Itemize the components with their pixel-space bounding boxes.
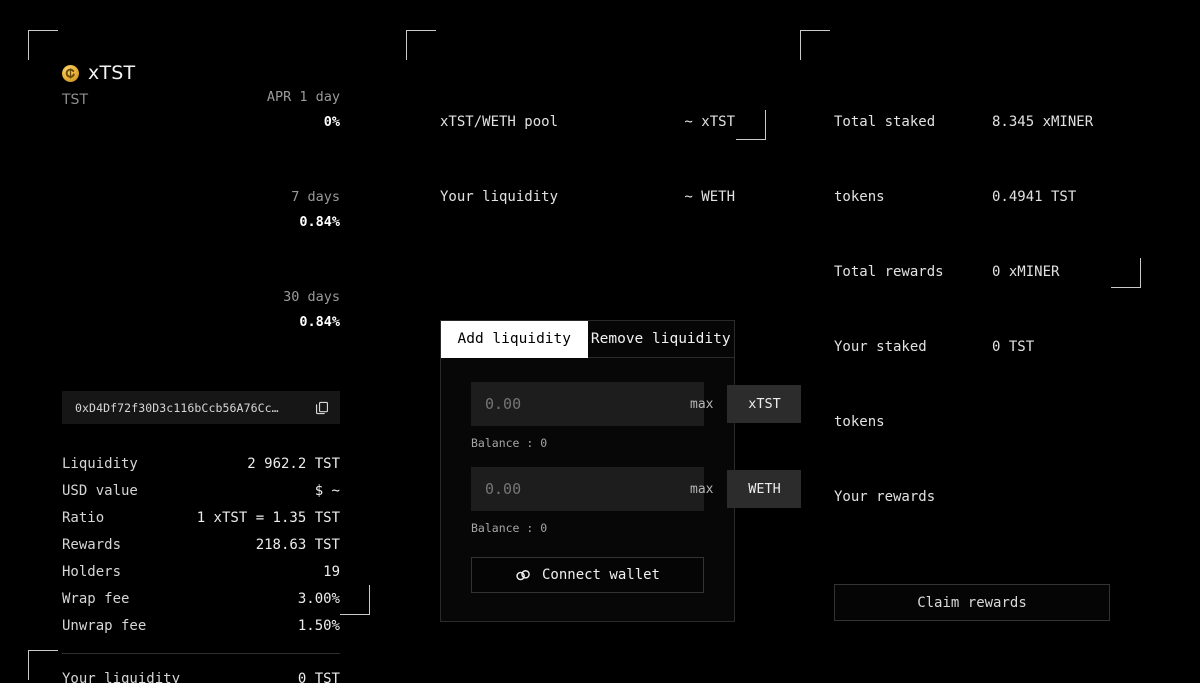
- token-stats-list: Liquidity 2 962.2 TST USD value $ ~ Rati…: [62, 451, 340, 683]
- stat-value: 2 962.2 TST: [247, 456, 340, 472]
- stake-stats: Total staked tokens Total rewards Your s…: [834, 60, 1110, 560]
- contract-address-text: 0xD4Df72f30D3c116bCcb56A76Cc…: [75, 400, 279, 415]
- token-identity: xTST TST: [62, 60, 135, 108]
- liquidity-card: Add liquidity Remove liquidity max xTST …: [440, 320, 802, 622]
- weth-max-button[interactable]: max: [676, 482, 727, 497]
- apr-row-1day: APR 1 day 0%: [202, 60, 340, 160]
- table-row: Rewards 218.63 TST: [62, 532, 340, 559]
- claim-rewards-button[interactable]: Claim rewards: [834, 584, 1110, 621]
- pool-connect-wallet-label: Connect wallet: [541, 567, 660, 583]
- apr-30days-label: 30 days: [283, 289, 340, 305]
- your-liquidity-label: Your liquidity: [62, 671, 181, 683]
- stat-value: 19: [323, 564, 340, 580]
- copy-icon[interactable]: [314, 400, 329, 415]
- apr-row-7days: 7 days 0.84%: [202, 160, 340, 260]
- stat-value: $ ~: [314, 483, 340, 499]
- pool-weth-amount: ~ WETH: [684, 189, 735, 205]
- stake-stat-value: 8.345 xMINER: [992, 114, 1094, 130]
- pool-xtst-amount: ~ xTST: [684, 114, 735, 130]
- pool-header-labels: xTST/WETH pool Your liquidity: [440, 60, 558, 260]
- stat-label: USD value: [62, 483, 138, 499]
- divider: [62, 653, 340, 654]
- stake-stat-label: Your rewards: [834, 489, 936, 505]
- coin-icon: [62, 64, 79, 82]
- corner-bracket-pool-header-bottom-right: [736, 110, 766, 140]
- token-panel: xTST TST APR 1 day 0% 7 days 0.84% 30 da…: [62, 60, 340, 683]
- your-liquidity-row: Your liquidity 0 TST: [62, 666, 340, 683]
- stake-stat-value: 0.4941 TST: [992, 189, 1077, 205]
- tab-add-liquidity[interactable]: Add liquidity: [441, 321, 588, 358]
- xtst-amount-input[interactable]: [485, 395, 676, 413]
- stat-value: 218.63 TST: [255, 537, 340, 553]
- corner-bracket-bottom-left: [28, 650, 58, 680]
- table-row: Holders 19: [62, 559, 340, 586]
- table-row: Unwrap fee 1.50%: [62, 613, 340, 640]
- table-row: Wrap fee 3.00%: [62, 586, 340, 613]
- stake-stat-label: tokens: [834, 189, 885, 205]
- stat-label: Rewards: [62, 537, 122, 553]
- corner-bracket-top-left: [28, 30, 58, 60]
- stake-stats-values: 8.345 xMINER 0.4941 TST 0 xMINER 0 TST: [992, 60, 1110, 560]
- pool-header: xTST/WETH pool Your liquidity ~ xTST ~ W…: [440, 60, 735, 260]
- stat-label: Ratio: [62, 510, 105, 526]
- pool-panel: xTST/WETH pool Your liquidity ~ xTST ~ W…: [440, 60, 802, 622]
- stake-stat-value: 0 TST: [992, 339, 1035, 355]
- stake-stats-labels: Total staked tokens Total rewards Your s…: [834, 60, 944, 560]
- liquidity-tabs: Add liquidity Remove liquidity: [441, 321, 734, 358]
- pool-connect-wallet-button[interactable]: Connect wallet: [471, 557, 704, 593]
- xtst-max-button[interactable]: max: [676, 397, 727, 412]
- apr-7days-value: 0.84%: [299, 214, 340, 230]
- stake-stat-label: Total rewards: [834, 264, 944, 280]
- link-icon: [515, 568, 532, 583]
- tab-remove-liquidity[interactable]: Remove liquidity: [587, 321, 734, 358]
- stat-label: Wrap fee: [62, 591, 130, 607]
- pool-header-values: ~ xTST ~ WETH: [684, 60, 735, 260]
- weth-token-badge[interactable]: WETH: [727, 470, 802, 508]
- stat-value: 3.00%: [297, 591, 340, 607]
- stat-label: Unwrap fee: [62, 618, 147, 634]
- weth-balance-label: Balance : 0: [471, 521, 548, 535]
- stat-label: Liquidity: [62, 456, 138, 472]
- apr-1day-label: APR 1 day: [266, 89, 340, 105]
- table-row: Ratio 1 xTST = 1.35 TST: [62, 505, 340, 532]
- contract-address-field[interactable]: 0xD4Df72f30D3c116bCcb56A76Cc…: [62, 391, 340, 424]
- corner-bracket-stake-header-bottom-right: [1111, 258, 1141, 288]
- stake-stat-label: Total staked: [834, 114, 936, 130]
- token-header: xTST TST APR 1 day 0% 7 days 0.84% 30 da…: [62, 60, 340, 360]
- weth-amount-row: max WETH: [471, 467, 802, 511]
- apr-block: APR 1 day 0% 7 days 0.84% 30 days 0.84%: [202, 60, 340, 360]
- apr-row-30days: 30 days 0.84%: [202, 260, 340, 360]
- apr-30days-value: 0.84%: [299, 314, 340, 330]
- token-name-row: xTST: [62, 62, 135, 84]
- table-row: Liquidity 2 962.2 TST: [62, 451, 340, 478]
- corner-bracket-pool-top-left: [406, 30, 436, 60]
- stake-stat-value: 0 xMINER: [992, 264, 1060, 280]
- stake-stat-label: Your staked: [834, 339, 927, 355]
- stat-value: 1 xTST = 1.35 TST: [196, 510, 340, 526]
- apr-1day-value: 0%: [323, 114, 340, 130]
- xtst-token-badge[interactable]: xTST: [727, 385, 802, 423]
- pool-name: xTST/WETH pool: [440, 114, 559, 130]
- apr-7days-label: 7 days: [291, 189, 340, 205]
- token-underlying-label: TST: [62, 92, 88, 108]
- stat-label: Holders: [62, 564, 122, 580]
- stat-value: 1.50%: [297, 618, 340, 634]
- corner-bracket-left-panel-bottom-right: [340, 585, 370, 615]
- stake-stat-label: tokens: [834, 414, 885, 430]
- your-liquidity-value: 0 TST: [297, 671, 340, 683]
- xtst-amount-row: max xTST: [471, 382, 802, 426]
- xtst-balance-label: Balance : 0: [471, 436, 548, 450]
- corner-bracket-stake-top-left: [800, 30, 830, 60]
- pool-your-liquidity-label: Your liquidity: [440, 189, 559, 205]
- token-symbol: xTST: [88, 62, 136, 84]
- liquidity-card-body: max xTST Balance : 0 max WETH Balance : …: [441, 358, 802, 621]
- stake-panel: Total staked tokens Total rewards Your s…: [834, 60, 1110, 683]
- weth-amount-input[interactable]: [485, 480, 676, 498]
- claim-rewards-wrap: Claim rewards: [834, 584, 1110, 621]
- table-row: USD value $ ~: [62, 478, 340, 505]
